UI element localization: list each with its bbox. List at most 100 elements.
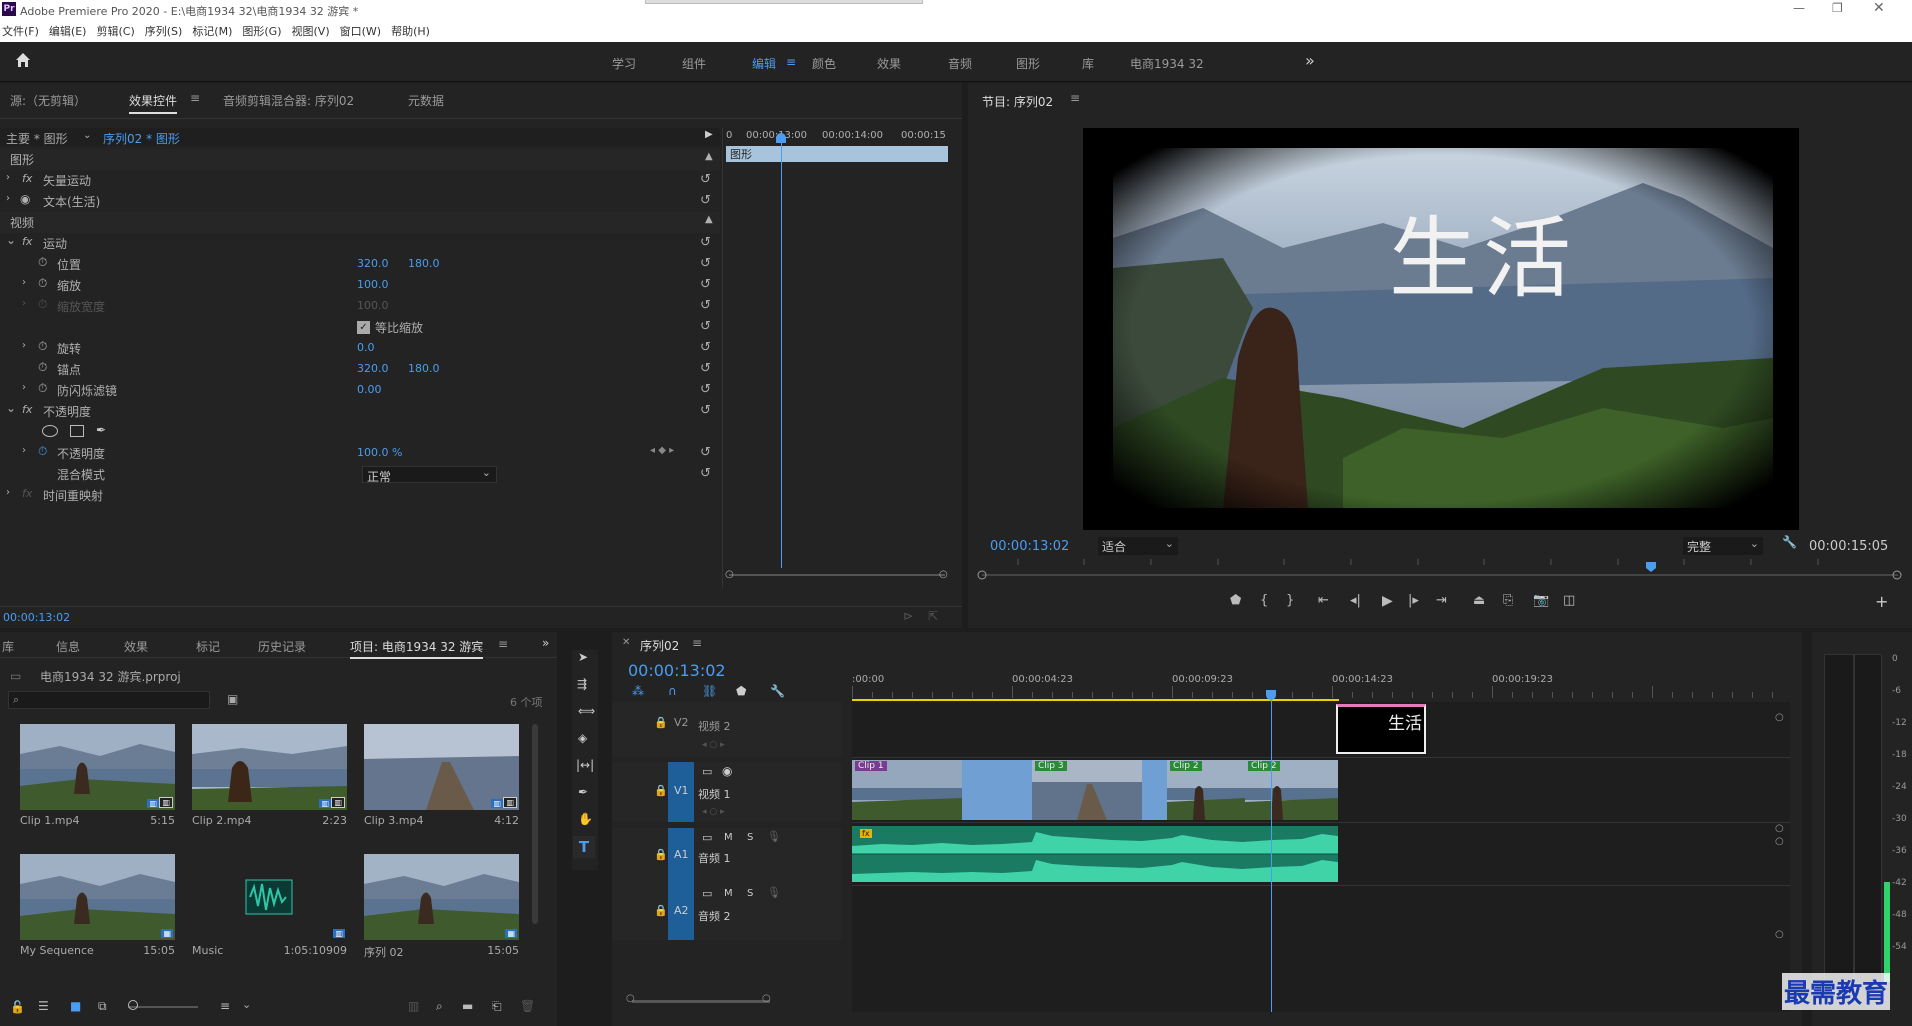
panel-menu-icon[interactable]: ≡ [1070, 91, 1080, 105]
mini-clip[interactable]: 图形 [726, 146, 948, 162]
video-clip[interactable]: Clip 2 [1167, 760, 1245, 820]
panel-menu-icon[interactable]: ≡ [692, 636, 702, 650]
add-marker-icon[interactable]: ⬟ [736, 684, 746, 698]
search-input[interactable] [27, 693, 205, 707]
audio-clip[interactable]: fx [852, 826, 1338, 882]
wrench-icon[interactable]: 🔧 [1782, 535, 1797, 549]
menu-item[interactable]: 视图(V) [292, 23, 330, 39]
project-tab[interactable]: 库 [2, 638, 14, 655]
panel-menu-icon[interactable]: ≡ [190, 91, 200, 105]
uniform-scale-checkbox[interactable]: ✓ [357, 321, 370, 334]
new-bin-icon[interactable]: ▣ [227, 692, 238, 706]
ec-timecode[interactable]: 00:00:13:02 [3, 611, 70, 624]
play-only-icon[interactable]: ▶ [705, 129, 713, 140]
program-timeruler[interactable] [968, 553, 1912, 583]
track-id[interactable]: V2 [674, 716, 689, 729]
reset-icon[interactable]: ↺ [700, 277, 716, 293]
reset-icon[interactable]: ↺ [700, 403, 716, 419]
workspace-tab[interactable]: 学习 [612, 55, 636, 72]
expand-icon[interactable]: › [6, 193, 10, 204]
project-tab[interactable]: 信息 [56, 638, 80, 655]
item-name[interactable]: Music [192, 944, 223, 957]
menu-item[interactable]: 编辑(E) [49, 23, 87, 39]
hand-tool-icon[interactable]: ✋ [578, 812, 593, 826]
project-item-thumb[interactable]: ▦ [364, 854, 519, 940]
zoom-slider-handle[interactable] [128, 1000, 138, 1010]
project-item-thumb[interactable]: ▥ [192, 854, 347, 940]
voiceover-icon[interactable]: 🎙 [767, 830, 781, 843]
close-icon[interactable]: ✕ [1873, 0, 1885, 16]
lift-icon[interactable]: ⏏ [1473, 593, 1485, 608]
expand-icon[interactable]: › [22, 340, 26, 351]
collapse-icon[interactable]: ▲ [705, 151, 713, 162]
tab-audio-mixer[interactable]: 音频剪辑混合器: 序列02 [223, 92, 354, 109]
nest-icon[interactable]: ⁂ [632, 684, 644, 698]
expand-icon[interactable]: › [22, 382, 26, 393]
track-lock-icon[interactable]: 🔒 [654, 716, 668, 729]
expand-icon[interactable]: › [6, 487, 10, 498]
workspace-tab[interactable]: 组件 [682, 55, 706, 72]
reset-icon[interactable]: ↺ [700, 319, 716, 335]
sort-icon[interactable]: ≡ [220, 999, 230, 1013]
voiceover-icon[interactable]: 🎙 [767, 886, 781, 899]
scroll-handle-right[interactable]: ○ [762, 993, 771, 1004]
workspace-menu-icon[interactable]: ≡ [786, 55, 796, 69]
comparison-view-icon[interactable]: ◫ [1563, 593, 1575, 608]
step-forward-icon[interactable]: |▸ [1408, 593, 1419, 608]
toggle-sync-lock-icon[interactable]: ▭ [702, 765, 712, 778]
reset-icon[interactable]: ↺ [700, 298, 716, 314]
prop-value[interactable]: 320.0 [357, 362, 389, 375]
prop-value[interactable]: 100.0 % [357, 446, 402, 459]
icon-view-icon[interactable]: ■ [70, 999, 81, 1013]
video-clip[interactable]: Clip 3 [1032, 760, 1142, 820]
title-clip[interactable]: 生活 [1336, 704, 1426, 754]
reset-icon[interactable]: ↺ [700, 382, 716, 398]
expand-icon[interactable]: ⌄ [6, 401, 16, 415]
filter-icon[interactable]: ⊳ [903, 609, 913, 623]
blend-mode-select[interactable]: 正常 ⌄ [362, 466, 497, 484]
reset-icon[interactable]: ↺ [700, 340, 716, 356]
mute-button[interactable]: M [724, 888, 733, 899]
scroll-handle[interactable]: ○ [1775, 929, 1784, 940]
mini-scrollbar[interactable] [729, 574, 945, 576]
keyframe-nav-icon[interactable]: ◂ ◆ ▸ [650, 445, 674, 456]
tab-source[interactable]: 源:（无剪辑） [10, 92, 86, 109]
reset-icon[interactable]: ↺ [700, 361, 716, 377]
go-to-out-icon[interactable]: ⇥ [1436, 593, 1447, 608]
track-id[interactable]: A1 [674, 848, 689, 861]
menu-item[interactable]: 序列(S) [145, 23, 183, 39]
program-title[interactable]: 节目: 序列02 [982, 93, 1053, 110]
breadcrumb-sequence[interactable]: 序列02 * 图形 [103, 130, 180, 147]
add-marker-icon[interactable]: ⬟ [1230, 593, 1241, 608]
toggle-sync-lock-icon[interactable]: ▭ [702, 887, 712, 900]
mute-button[interactable]: M [724, 832, 733, 843]
scroll-handle[interactable]: ○ [1775, 712, 1784, 723]
reset-icon[interactable]: ↺ [700, 466, 716, 482]
solo-button[interactable]: S [747, 832, 753, 843]
project-tab[interactable]: 标记 [196, 638, 220, 655]
clip-gap[interactable] [1142, 760, 1167, 820]
ripple-edit-tool-icon[interactable]: ⟺ [578, 704, 595, 718]
video-clip[interactable]: Clip 2 [1245, 760, 1338, 820]
freeform-view-icon[interactable]: ⧉ [98, 999, 107, 1014]
clip-gap[interactable] [962, 760, 1032, 820]
keyframe-nav-icon[interactable]: ◂ ○ ▸ [702, 740, 725, 750]
timeline-tab[interactable]: 序列02 [640, 637, 679, 654]
scroll-handle[interactable]: ○ [1775, 823, 1784, 834]
track-lock-icon[interactable]: 🔒 [654, 848, 668, 861]
menu-item[interactable]: 帮助(H) [391, 23, 430, 39]
stopwatch-icon[interactable]: ⏱ [38, 255, 47, 270]
stopwatch-icon[interactable]: ⏱ [38, 276, 47, 291]
mark-out-icon[interactable]: } [1286, 593, 1294, 608]
chevron-down-icon[interactable]: ⌄ [242, 998, 251, 1011]
playhead-line[interactable] [1271, 700, 1272, 1012]
timeline-settings-icon[interactable]: 🔧 [770, 684, 785, 698]
reset-icon[interactable]: ↺ [700, 235, 716, 251]
track-id[interactable]: V1 [674, 784, 689, 797]
prop-value[interactable]: 180.0 [408, 257, 440, 270]
work-area-bar[interactable] [852, 699, 1339, 701]
mini-playhead-handle[interactable] [776, 133, 786, 143]
zoom-slider[interactable] [128, 1006, 198, 1008]
menu-item[interactable]: 剪辑(C) [96, 23, 134, 39]
export-frame-icon[interactable]: 📷 [1533, 593, 1549, 608]
